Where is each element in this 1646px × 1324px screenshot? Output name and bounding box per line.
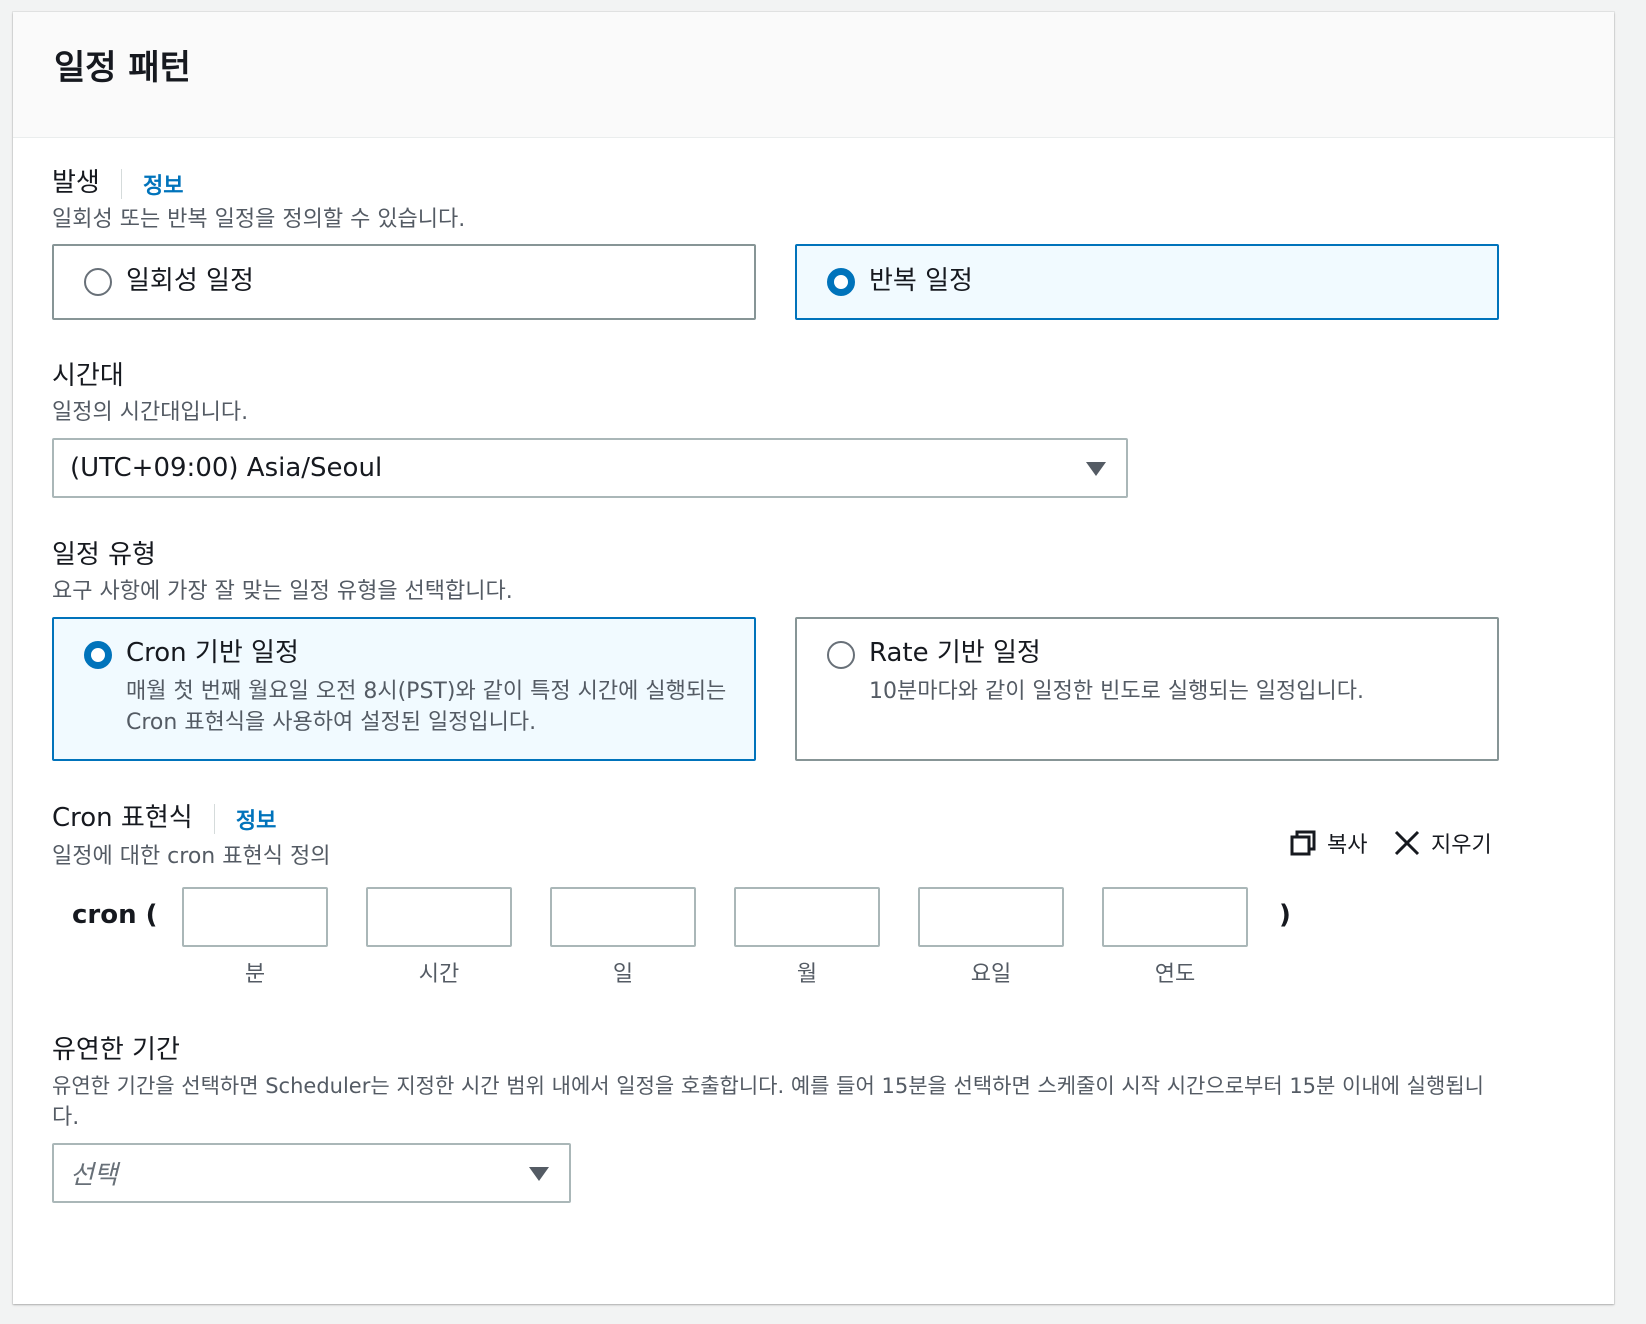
flexible-window-placeholder: 선택 [70,1160,118,1191]
cron-based-description-line1: 매월 첫 번째 월요일 오전 8시(PST)와 같이 특정 시간에 실행되는 [126,679,727,704]
panel-title: 일정 패턴 [54,48,191,88]
cron-based-radio[interactable] [84,641,112,669]
close-icon [1394,830,1420,856]
occurrence-description: 일회성 또는 반복 일정을 정의할 수 있습니다. [52,207,466,232]
cron-expression-label: Cron 표현식 [52,803,193,833]
timezone-select[interactable]: (UTC+09:00) Asia/Seoul [52,438,1128,498]
cron-day-of-month-caption: 일 [612,962,634,987]
cron-month-caption: 월 [796,962,818,987]
flexible-window-description-line1: 유연한 기간을 선택하면 Scheduler는 지정한 시간 범위 내에서 일정… [52,1074,1484,1098]
recurring-radio[interactable] [827,268,855,296]
copy-label: 복사 [1327,833,1368,858]
cron-day-of-week-caption: 요일 [970,962,1012,987]
occurrence-info-link[interactable]: 정보 [143,174,183,199]
cron-month-input[interactable] [734,887,880,947]
rate-based-radio[interactable] [827,641,855,669]
recurring-label: 반복 일정 [869,266,973,296]
cron-minutes-input[interactable] [182,887,328,947]
cron-prefix: cron ( [72,900,158,930]
flexible-window-label: 유연한 기간 [52,1035,180,1065]
schedule-pattern-panel: 일정 패턴 발생 정보 일회성 또는 반복 일정을 정의할 수 있습니다. 일회… [13,12,1614,1304]
one-time-schedule-option[interactable]: 일회성 일정 [52,244,756,320]
divider [213,803,215,834]
cron-minutes-caption: 분 [244,962,266,987]
schedule-type-description: 요구 사항에 가장 잘 맞는 일정 유형을 선택합니다. [52,579,513,604]
cron-year-input[interactable] [1102,887,1248,947]
caret-down-icon [1086,462,1106,476]
cron-expression-header: Cron 표현식 정보 [52,802,276,836]
cron-based-description-line2: Cron 표현식을 사용하여 설정된 일정입니다. [126,710,537,735]
one-time-label: 일회성 일정 [126,266,254,296]
cron-expression-description: 일정에 대한 cron 표현식 정의 [52,844,331,869]
cron-based-schedule-option[interactable]: Cron 기반 일정 매월 첫 번째 월요일 오전 8시(PST)와 같이 특정… [52,617,756,761]
flexible-window-description-line2: 다. [52,1105,80,1130]
clear-button[interactable]: 지우기 [1393,827,1492,859]
cron-based-label: Cron 기반 일정 [126,638,299,668]
cron-year-caption: 연도 [1154,962,1196,987]
clear-label: 지우기 [1431,833,1492,858]
cron-hours-caption: 시간 [418,962,460,987]
divider [120,168,122,199]
cron-hours-input[interactable] [366,887,512,947]
copy-icon [1290,830,1316,856]
flexible-window-select[interactable]: 선택 [52,1143,571,1203]
rate-based-description: 10분마다와 같이 일정한 빈도로 실행되는 일정입니다. [869,679,1364,704]
caret-down-icon [529,1167,549,1181]
rate-based-label: Rate 기반 일정 [869,638,1041,668]
occurrence-header: 발생 정보 [52,167,184,201]
cron-suffix: ) [1279,900,1291,930]
cron-day-of-week-input[interactable] [918,887,1064,947]
recurring-schedule-option[interactable]: 반복 일정 [795,244,1499,320]
one-time-radio[interactable] [84,268,112,296]
copy-button[interactable]: 복사 [1289,827,1367,859]
timezone-description: 일정의 시간대입니다. [52,400,249,425]
panel-header: 일정 패턴 [13,12,1614,138]
cron-day-of-month-input[interactable] [550,887,696,947]
occurrence-label: 발생 [52,168,100,198]
cron-expression-info-link[interactable]: 정보 [236,809,276,834]
timezone-value: (UTC+09:00) Asia/Seoul [70,453,383,483]
schedule-type-label: 일정 유형 [52,540,156,570]
timezone-label: 시간대 [52,361,124,391]
rate-based-schedule-option[interactable]: Rate 기반 일정 10분마다와 같이 일정한 빈도로 실행되는 일정입니다. [795,617,1499,761]
